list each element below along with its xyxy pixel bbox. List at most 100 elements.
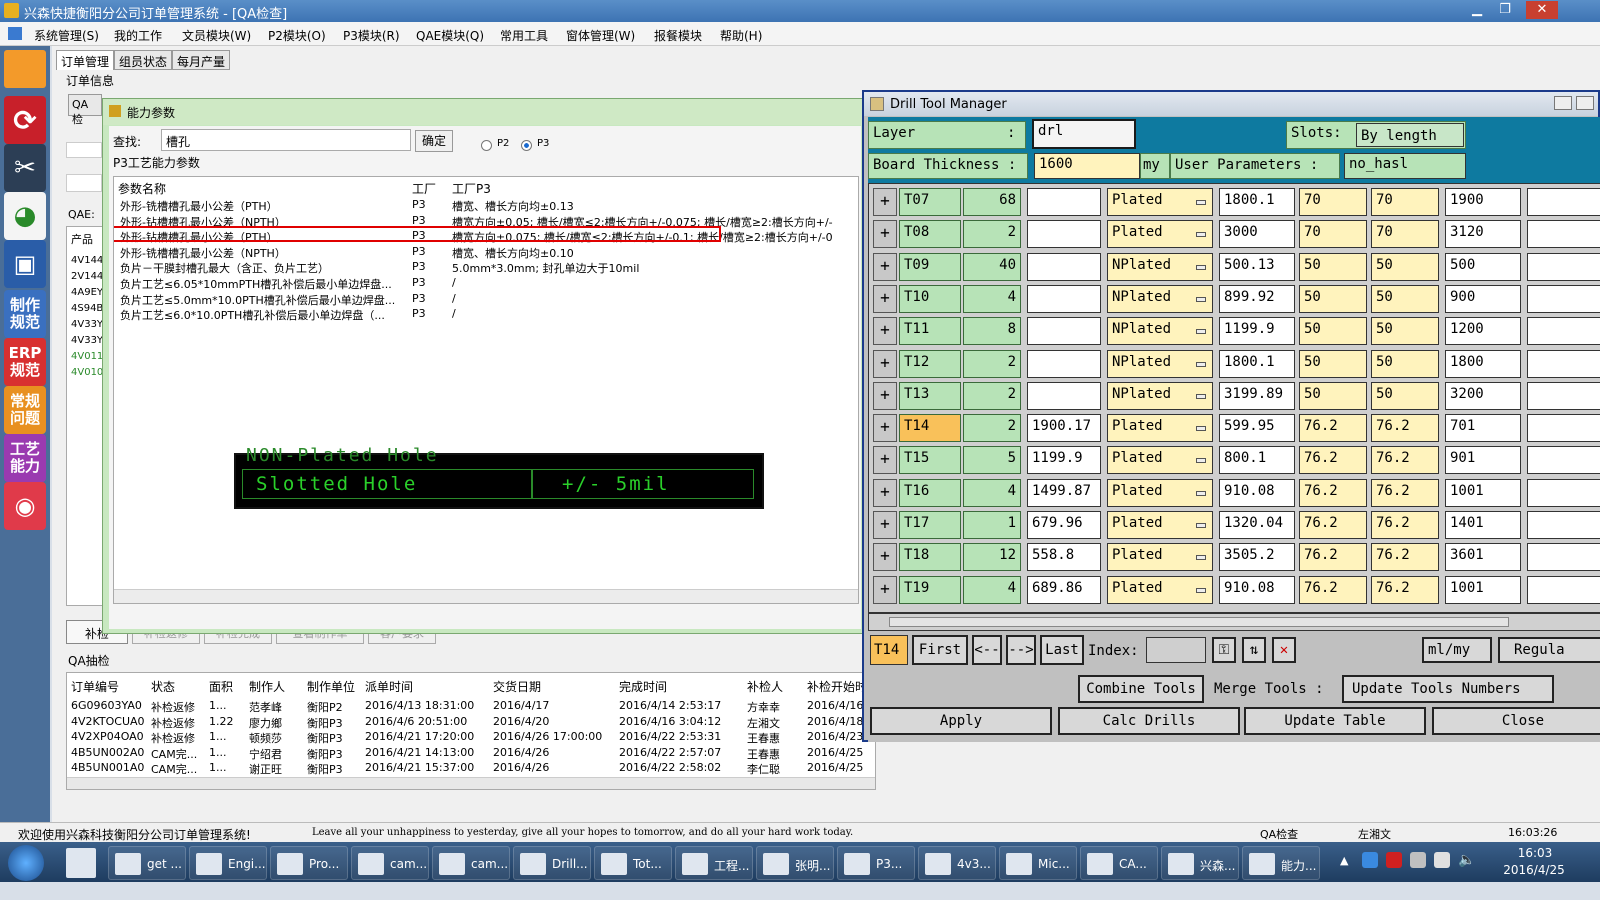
tol-minus-input[interactable]: 50 xyxy=(1371,284,1439,313)
capability-button[interactable]: 工艺能力 xyxy=(4,434,46,482)
tools-scrollbar[interactable] xyxy=(868,613,1600,631)
extra-input[interactable] xyxy=(1527,349,1600,378)
unit-select[interactable]: ml/my xyxy=(1422,637,1492,663)
product-code[interactable]: 4V144 xyxy=(71,253,103,269)
tol-plus-input[interactable]: 76.2 xyxy=(1299,543,1367,572)
product-code[interactable]: 4V010 xyxy=(71,365,103,381)
finished-size-input[interactable] xyxy=(1027,188,1101,216)
taskbar-button[interactable]: P3... xyxy=(837,846,915,880)
finished-size-input[interactable]: 689.86 xyxy=(1027,575,1101,604)
finished-size-input[interactable]: 1499.87 xyxy=(1027,478,1101,507)
finished-size-input[interactable] xyxy=(1027,284,1101,313)
tray-flag-icon[interactable] xyxy=(1410,852,1426,868)
drill-size-input[interactable]: 3000 xyxy=(1219,220,1295,249)
tol-plus-input[interactable]: 76.2 xyxy=(1299,511,1367,539)
close-dtm-button[interactable]: Close xyxy=(1432,707,1600,735)
tol-minus-input[interactable]: 76.2 xyxy=(1371,511,1439,539)
chart-icon[interactable]: ◕ xyxy=(4,192,46,240)
taskbar-button[interactable]: 兴森... xyxy=(1161,846,1239,880)
last-button[interactable]: Last xyxy=(1040,635,1084,665)
start-button[interactable] xyxy=(8,845,44,881)
drill-size-input[interactable]: 800.1 xyxy=(1219,446,1295,475)
column-header[interactable]: 完成时间 xyxy=(619,678,667,695)
tool-row[interactable]: + T19 4 689.86 Plated 910.08 76.2 76.2 1001 xyxy=(869,575,1600,606)
table-row[interactable]: 4V2KTOCUA0 补检返修 1.22 廖力鄉 衡阳P3 2016/4/6 20:51:… xyxy=(67,714,875,730)
plating-select[interactable]: Plated xyxy=(1107,575,1213,604)
menu-window[interactable]: 窗体管理(W) xyxy=(566,27,635,44)
column-header[interactable]: 补检开始时 xyxy=(807,678,867,695)
expand-icon[interactable]: + xyxy=(873,188,897,216)
tol-minus-input[interactable]: 76.2 xyxy=(1371,478,1439,507)
tab-monthly-output[interactable]: 每月产量 xyxy=(172,50,231,70)
tol-plus-input[interactable]: 70 xyxy=(1299,220,1367,249)
tray-app-icon-2[interactable] xyxy=(1386,852,1402,868)
drill-size-input[interactable]: 1320.04 xyxy=(1219,511,1295,539)
plating-select[interactable]: NPlated xyxy=(1107,252,1213,281)
calculator-icon[interactable] xyxy=(66,848,96,878)
product-code[interactable]: 2V144 xyxy=(71,269,103,285)
tool-name[interactable]: T11 xyxy=(899,317,961,346)
final-size-input[interactable]: 1001 xyxy=(1445,478,1521,507)
tool-name[interactable]: T17 xyxy=(899,511,961,539)
dtm-maximize-button[interactable] xyxy=(1576,96,1594,110)
calc-drills-button[interactable]: Calc Drills xyxy=(1058,707,1240,735)
tol-minus-input[interactable]: 76.2 xyxy=(1371,543,1439,572)
extra-input[interactable] xyxy=(1527,575,1600,604)
column-header[interactable]: 交货日期 xyxy=(493,678,541,695)
expand-icon[interactable]: + xyxy=(873,543,897,572)
final-size-input[interactable]: 3200 xyxy=(1445,381,1521,410)
tool-row[interactable]: + T16 4 1499.87 Plated 910.08 76.2 76.2 1001 xyxy=(869,478,1600,509)
user-params-field[interactable]: no_hasl xyxy=(1344,153,1466,179)
board-thickness-field[interactable]: 1600 xyxy=(1034,153,1140,179)
drill-size-input[interactable]: 910.08 xyxy=(1219,478,1295,507)
erp-standard-button[interactable]: ERP规范 xyxy=(4,338,46,386)
drill-size-input[interactable]: 1800.1 xyxy=(1219,349,1295,378)
tol-plus-input[interactable]: 50 xyxy=(1299,317,1367,346)
column-header[interactable]: 参数名称 xyxy=(118,180,166,197)
extra-input[interactable] xyxy=(1527,252,1600,281)
update-tools-numbers-select[interactable]: Update Tools Numbers xyxy=(1342,675,1554,703)
product-code[interactable]: 4V011 xyxy=(71,349,103,365)
expand-icon[interactable]: + xyxy=(873,511,897,539)
delete-icon[interactable]: ✕ xyxy=(1272,637,1296,663)
tol-minus-input[interactable]: 70 xyxy=(1371,220,1439,249)
standard-button[interactable]: 制作规范 xyxy=(4,290,46,338)
finished-size-input[interactable]: 679.96 xyxy=(1027,511,1101,539)
final-size-input[interactable]: 1800 xyxy=(1445,349,1521,378)
tol-plus-input[interactable]: 76.2 xyxy=(1299,478,1367,507)
tab-member-status[interactable]: 组员状态 xyxy=(114,50,173,70)
menu-system[interactable]: 系统管理(S) xyxy=(34,27,99,44)
lock-icon[interactable]: ⚿ xyxy=(1212,637,1236,663)
extra-input[interactable] xyxy=(1527,284,1600,313)
finished-size-input[interactable]: 1900.17 xyxy=(1027,414,1101,443)
column-header[interactable]: 补检人 xyxy=(747,678,783,695)
extra-input[interactable] xyxy=(1527,188,1600,216)
extra-input[interactable] xyxy=(1527,478,1600,507)
tool-name[interactable]: T10 xyxy=(899,284,961,313)
table-row[interactable]: 负片工艺≤6.0*10.0PTH槽孔补偿后最小单边焊盘（... P3 / xyxy=(114,306,858,322)
tool-name[interactable]: T19 xyxy=(899,575,961,604)
extra-input[interactable] xyxy=(1527,220,1600,249)
table-row[interactable]: 负片工艺≤5.0mm*10.0PTH槽孔补偿后最小单边焊盘... P3 / xyxy=(114,291,858,307)
drill-size-input[interactable]: 1199.9 xyxy=(1219,317,1295,346)
combine-tools-button[interactable]: Combine Tools xyxy=(1078,675,1204,703)
tol-minus-input[interactable]: 50 xyxy=(1371,349,1439,378)
menu-qae[interactable]: QAE模块(Q) xyxy=(416,27,484,44)
finished-size-input[interactable]: 1199.9 xyxy=(1027,446,1101,475)
tool-row[interactable]: + T07 68 Plated 1800.1 70 70 1900 xyxy=(869,188,1600,218)
tol-minus-input[interactable]: 76.2 xyxy=(1371,446,1439,475)
plating-select[interactable]: Plated xyxy=(1107,188,1213,216)
plating-select[interactable]: NPlated xyxy=(1107,284,1213,313)
product-code[interactable]: 4S94B xyxy=(71,301,103,317)
tol-plus-input[interactable]: 76.2 xyxy=(1299,446,1367,475)
expand-icon[interactable]: + xyxy=(873,349,897,378)
search-input[interactable]: 槽孔 xyxy=(161,129,411,151)
finished-size-input[interactable] xyxy=(1027,220,1101,249)
finished-size-input[interactable] xyxy=(1027,349,1101,378)
tool-name[interactable]: T18 xyxy=(899,543,961,572)
menu-p2[interactable]: P2模块(O) xyxy=(268,27,326,44)
minimize-button[interactable]: ▁ xyxy=(1464,1,1490,19)
taskbar-button[interactable]: 能力... xyxy=(1242,846,1320,880)
save-icon[interactable]: ▣ xyxy=(4,240,46,288)
expand-icon[interactable]: + xyxy=(873,478,897,507)
